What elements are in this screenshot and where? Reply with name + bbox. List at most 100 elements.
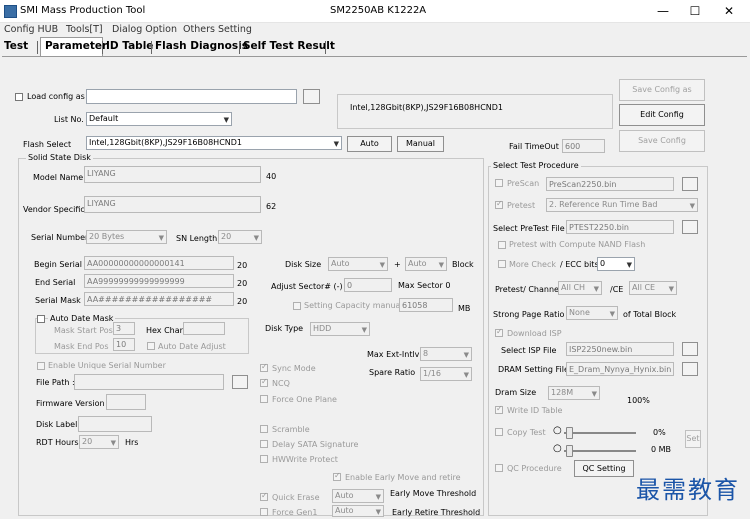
copy-radio-icon[interactable]: ○: [553, 425, 562, 436]
load-config-checkbox[interactable]: [15, 93, 23, 101]
disk-size-select[interactable]: Auto ▼: [328, 257, 388, 271]
max-ext-select[interactable]: 8 ▼: [420, 347, 472, 361]
force-gen1-select[interactable]: Auto ▼: [332, 505, 384, 517]
flash-select[interactable]: Intel,128Gbit(8KP),JS29F16B08HCND1 ▼: [86, 136, 342, 150]
menu-others-setting[interactable]: Others Setting: [183, 24, 252, 35]
delay-sata-checkbox[interactable]: [260, 440, 268, 448]
select-isp-browse-button[interactable]: [682, 342, 698, 356]
copy-pct-slider-track[interactable]: [564, 432, 636, 434]
disk-size-value: Auto: [331, 259, 350, 268]
copy-test-checkbox[interactable]: [495, 428, 503, 436]
tab-parameter[interactable]: Parameter: [45, 40, 107, 52]
more-check-checkbox[interactable]: [498, 260, 506, 268]
force-gen1-checkbox[interactable]: [260, 508, 268, 516]
disk-size-unit-select[interactable]: Auto ▼: [405, 257, 447, 271]
enable-unique-checkbox[interactable]: [37, 362, 45, 370]
save-config-button[interactable]: Save Config: [619, 130, 705, 152]
qc-setting-button[interactable]: QC Setting: [574, 460, 634, 477]
mask-start-input[interactable]: 3: [113, 322, 135, 335]
load-config-input[interactable]: [86, 89, 297, 104]
write-id-checkbox[interactable]: [495, 404, 503, 414]
dram-size-label: Dram Size: [495, 388, 537, 397]
rdt-hours-select[interactable]: 20 ▼: [79, 435, 119, 449]
strong-page-select[interactable]: None ▼: [566, 306, 618, 320]
fail-timeout-input[interactable]: 600: [562, 139, 605, 153]
mask-end-input[interactable]: 10: [113, 338, 135, 351]
load-config-browse-button[interactable]: [303, 89, 320, 104]
file-path-input[interactable]: [74, 374, 224, 390]
model-name-input[interactable]: LIYANG: [84, 166, 261, 183]
manual-button[interactable]: Manual: [397, 136, 444, 152]
setting-capacity-label: Setting Capacity manually: [304, 301, 410, 310]
sn-length-select[interactable]: 20 ▼: [218, 230, 262, 244]
adjust-sector-input[interactable]: 0: [344, 278, 392, 292]
force-one-plane-checkbox[interactable]: [260, 395, 268, 403]
channel-select[interactable]: All CH ▼: [558, 281, 602, 295]
ce-select[interactable]: All CE ▼: [629, 281, 677, 295]
sync-mode-checkbox[interactable]: [260, 362, 268, 372]
copy-pct-slider-knob[interactable]: [566, 427, 573, 439]
disk-type-select[interactable]: HDD ▼: [310, 322, 370, 336]
copy-mb-slider-track[interactable]: [564, 450, 636, 452]
tab-id-table[interactable]: ID Table: [106, 40, 153, 52]
serial-mask-input[interactable]: AA#################: [84, 292, 234, 306]
hex-char-input[interactable]: [183, 322, 225, 335]
menu-dialog-option[interactable]: Dialog Option: [112, 24, 177, 35]
begin-serial-input[interactable]: AA00000000000000141: [84, 256, 234, 270]
download-isp-checkbox[interactable]: [495, 327, 503, 337]
serial-number-label: Serial Number: [31, 233, 89, 242]
chevron-down-icon: ▼: [110, 439, 116, 447]
pretest-checkbox[interactable]: [495, 199, 503, 209]
vendor-specific-input[interactable]: LIYANG: [84, 196, 261, 213]
setting-capacity-checkbox[interactable]: [293, 302, 301, 310]
capacity-input[interactable]: 61058: [399, 298, 453, 312]
end-serial-input[interactable]: AA99999999999999999: [84, 274, 234, 288]
tab-self-test-result[interactable]: Self Test Result: [243, 40, 335, 52]
set-button[interactable]: Set: [685, 430, 701, 448]
force-one-plane-label: Force One Plane: [272, 395, 337, 404]
save-config-as-button[interactable]: Save Config as: [619, 79, 705, 101]
pretest-select[interactable]: 2. Reference Run Time Bad ▼: [546, 198, 698, 212]
dram-setting-input[interactable]: E_Dram_Nynya_Hynix.bin: [566, 362, 674, 376]
qc-procedure-checkbox[interactable]: [495, 464, 503, 472]
prescan-checkbox[interactable]: [495, 179, 503, 187]
dram-setting-browse-button[interactable]: [682, 362, 698, 376]
prescan-browse-button[interactable]: [682, 177, 698, 191]
copy-mb-slider-knob[interactable]: [566, 445, 573, 457]
select-pretest-browse-button[interactable]: [682, 220, 698, 234]
auto-button[interactable]: Auto: [347, 136, 392, 152]
list-no-select[interactable]: Default ▼: [86, 112, 232, 126]
minimize-icon[interactable]: —: [648, 2, 678, 20]
select-isp-input[interactable]: ISP2250new.bin: [566, 342, 674, 356]
close-icon[interactable]: ✕: [714, 2, 744, 20]
ecc-bits-select[interactable]: 0 ▼: [597, 257, 635, 271]
select-isp-label: Select ISP File: [501, 346, 557, 355]
tab-separator: [151, 41, 152, 54]
serial-number-select[interactable]: 20 Bytes ▼: [86, 230, 167, 244]
tab-separator: [325, 41, 326, 54]
file-path-browse-button[interactable]: [232, 375, 248, 389]
enable-early-checkbox[interactable]: [333, 471, 341, 481]
auto-date-adjust-checkbox[interactable]: [147, 342, 155, 350]
hw-write-protect-checkbox[interactable]: [260, 455, 268, 463]
auto-date-mask-checkbox[interactable]: [37, 315, 45, 323]
tab-flash-diagnosis[interactable]: Flash Diagnosis: [155, 40, 248, 52]
disk-label-input[interactable]: [78, 416, 152, 432]
tab-test[interactable]: Test: [4, 40, 28, 52]
edit-config-button[interactable]: Edit Config: [619, 104, 705, 126]
menu-config-hub[interactable]: Config HUB: [4, 24, 58, 35]
prescan-input[interactable]: PreScan2250.bin: [546, 177, 674, 191]
quick-erase-checkbox[interactable]: [260, 491, 268, 501]
dram-size-select[interactable]: 128M ▼: [548, 386, 600, 400]
select-pretest-input[interactable]: PTEST2250.bin: [566, 220, 674, 234]
copy-mb-radio-icon[interactable]: ○: [553, 443, 562, 454]
sync-mode-label: Sync Mode: [272, 364, 316, 373]
menu-tools[interactable]: Tools[T]: [66, 24, 103, 35]
scramble-checkbox[interactable]: [260, 425, 268, 433]
quick-erase-select[interactable]: Auto ▼: [332, 489, 384, 503]
spare-ratio-select[interactable]: 1/16 ▼: [420, 367, 472, 381]
pretest-compute-checkbox[interactable]: [498, 241, 506, 249]
maximize-icon[interactable]: ☐: [680, 2, 710, 20]
firmware-version-input[interactable]: [106, 394, 146, 410]
ncq-checkbox[interactable]: [260, 377, 268, 387]
